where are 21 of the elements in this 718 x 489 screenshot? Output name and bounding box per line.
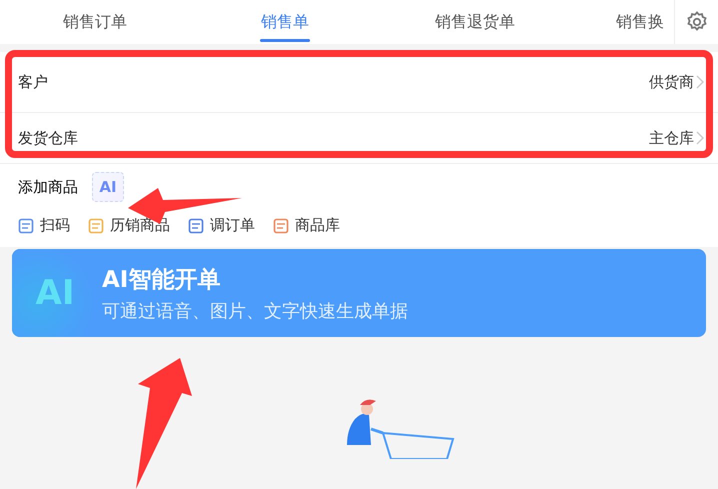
tab[interactable]: 销售换 [570,0,674,44]
chevron-right-icon [696,75,704,89]
tab[interactable]: 销售退货单 [380,0,570,44]
tab[interactable]: 销售订单 [0,0,190,44]
banner-title: AI智能开单 [102,266,222,294]
quick-action[interactable]: 扫码 [18,216,70,235]
row-label: 客户 [18,72,48,92]
form-row[interactable]: 客户 供货商 [0,52,718,113]
chevron-right-icon [696,131,704,145]
quick-action[interactable]: 商品库 [273,216,340,235]
row-value: 主仓库 [649,128,694,148]
list-icon [188,218,204,234]
list-icon [88,218,104,234]
row-value: 供货商 [649,72,694,92]
list-icon [18,218,34,234]
banner-subtitle: 可通过语音、图片、文字快速生成单据 [102,300,408,322]
quick-action[interactable]: 调订单 [188,216,255,235]
list-icon [273,218,289,234]
row-label: 发货仓库 [18,128,78,148]
tab[interactable]: 销售单 [190,0,380,44]
section-title: 添加商品 [18,178,78,196]
